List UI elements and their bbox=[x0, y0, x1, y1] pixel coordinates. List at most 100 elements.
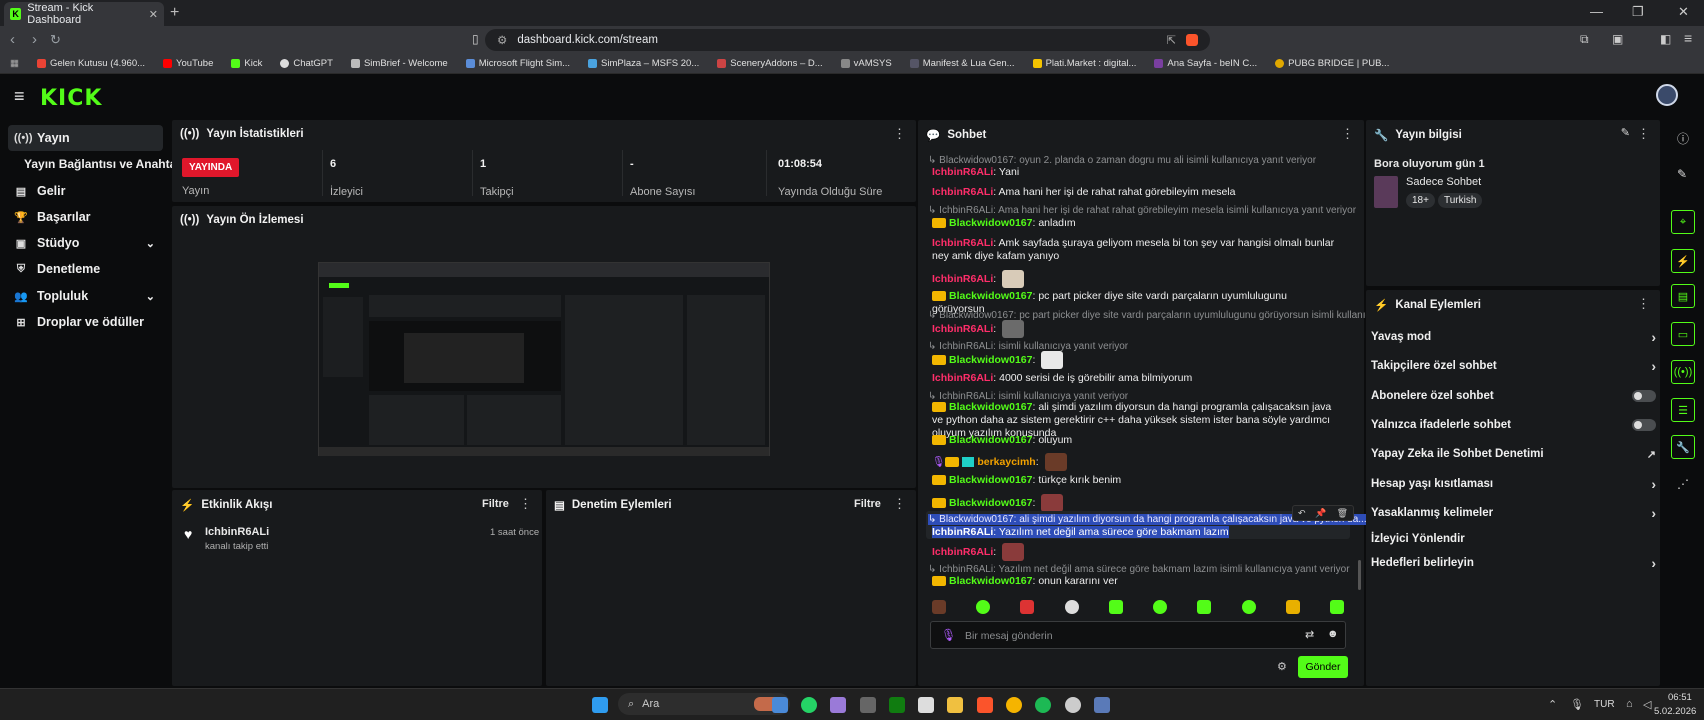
browser-menu-icon[interactable]: ≡ bbox=[1684, 30, 1692, 46]
emote-button[interactable] bbox=[1197, 600, 1212, 614]
chat-message[interactable]: Blackwidow0167: onun kararını ver bbox=[932, 575, 1342, 588]
bookmark-item[interactable]: vAMSYS bbox=[840, 58, 892, 69]
pin-icon[interactable]: 📌 bbox=[1315, 508, 1326, 519]
emote-button[interactable] bbox=[1241, 600, 1256, 614]
taskbar-app-icon[interactable] bbox=[830, 697, 846, 713]
action-goals[interactable]: Hedefleri belirleyin › bbox=[1371, 555, 1656, 571]
chat-message[interactable]: IchbinR6ALi: 4000 serisi de iş görebilir… bbox=[932, 372, 1342, 385]
bookmark-item[interactable]: SceneryAddons – D... bbox=[717, 58, 823, 69]
brave-browser-icon[interactable] bbox=[977, 697, 993, 713]
sidebar-toggle-icon[interactable]: ◧ bbox=[1660, 32, 1671, 46]
bookmark-item[interactable]: Manifest & Lua Gen... bbox=[909, 58, 1015, 69]
chat-message[interactable]: IchbinR6ALi: Ama hani her işi de rahat r… bbox=[932, 186, 1342, 199]
rail-layout-button[interactable]: ☰ bbox=[1671, 398, 1695, 422]
tray-chevron-icon[interactable]: ⌃ bbox=[1548, 698, 1557, 711]
whatsapp-icon[interactable] bbox=[801, 697, 817, 713]
category-name[interactable]: Sadece Sohbet bbox=[1406, 176, 1481, 188]
action-banned-words[interactable]: Yasaklanmış kelimeler › bbox=[1371, 505, 1656, 521]
action-emotes-only[interactable]: Yalnızca ifadelerle sohbet bbox=[1371, 419, 1656, 431]
more-options-icon[interactable]: ⋮ bbox=[1341, 126, 1354, 142]
chat-message[interactable]: Blackwidow0167: bbox=[932, 494, 1342, 512]
new-tab-button[interactable]: + bbox=[170, 4, 179, 22]
taskbar-app-icon[interactable] bbox=[918, 697, 934, 713]
filter-button[interactable]: Filtre bbox=[854, 498, 881, 510]
forward-icon[interactable]: › bbox=[32, 31, 37, 48]
reply-icon[interactable]: ↶ bbox=[1298, 508, 1306, 519]
sidebar-item-topluluk[interactable]: 👥 Topluluk ⌄ bbox=[8, 283, 163, 309]
spotify-icon[interactable] bbox=[1035, 697, 1051, 713]
emote-button[interactable] bbox=[1064, 600, 1079, 614]
settings-icon[interactable] bbox=[1094, 697, 1110, 713]
windows-start-icon[interactable] bbox=[592, 697, 608, 713]
bookmark-item[interactable]: SimPlaza – MSFS 20... bbox=[588, 58, 699, 69]
sidebar-item-gelir[interactable]: ▤ Gelir bbox=[8, 178, 163, 204]
more-options-icon[interactable]: ⋮ bbox=[893, 126, 906, 142]
rail-wrench-button[interactable]: 🔧 bbox=[1671, 435, 1695, 459]
rail-focus-button[interactable]: ⌖ bbox=[1671, 210, 1695, 234]
extensions-icon[interactable]: ⧉ bbox=[1580, 32, 1589, 47]
chat-message[interactable]: IchbinR6ALi: bbox=[932, 320, 1342, 338]
bookmark-item[interactable]: PUBG BRIDGE | PUB... bbox=[1275, 58, 1389, 69]
chat-message[interactable]: IchbinR6ALi: Yani bbox=[932, 166, 1342, 179]
more-options-icon[interactable]: ⋮ bbox=[519, 496, 532, 512]
more-options-icon[interactable]: ⋮ bbox=[1637, 296, 1650, 312]
edit-icon[interactable]: ✎ bbox=[1621, 126, 1630, 139]
taskbar-app-icon[interactable] bbox=[772, 697, 788, 713]
chat-message[interactable]: Blackwidow0167: türkçe kırık benim bbox=[932, 474, 1342, 487]
chat-message[interactable]: Blackwidow0167: bbox=[932, 351, 1342, 369]
rail-broadcast-button[interactable]: ((•)) bbox=[1671, 360, 1695, 384]
chat-message[interactable]: Blackwidow0167: anladım bbox=[932, 217, 1342, 230]
emoji-icon[interactable]: ☻ bbox=[1327, 628, 1339, 640]
taskbar-app-icon[interactable] bbox=[1006, 697, 1022, 713]
pencil-icon[interactable]: ✎ bbox=[1677, 167, 1687, 181]
site-settings-icon[interactable]: ⚙ bbox=[497, 33, 507, 47]
bookmark-item[interactable]: Plati.Market : digital... bbox=[1032, 58, 1136, 69]
chat-message[interactable]: IchbinR6ALi: bbox=[932, 270, 1342, 288]
clock-time[interactable]: 06:51 bbox=[1668, 692, 1692, 703]
minimize-button[interactable]: — bbox=[1590, 4, 1603, 19]
taskbar-app-icon[interactable] bbox=[1065, 697, 1081, 713]
bookmark-item[interactable]: Gelen Kutusu (4.960... bbox=[36, 58, 145, 69]
wallet-icon[interactable]: ▣ bbox=[1612, 32, 1623, 46]
sidebar-item-basarilar[interactable]: 🏆 Başarılar bbox=[8, 204, 163, 230]
chat-scrollbar[interactable] bbox=[1358, 560, 1361, 590]
bookmark-item[interactable]: Ana Sayfa - beIN C... bbox=[1154, 58, 1257, 69]
subscribers-only-toggle[interactable] bbox=[1632, 390, 1656, 402]
chat-settings-icon[interactable]: ⚙ bbox=[1277, 660, 1287, 673]
emote-button[interactable] bbox=[976, 600, 991, 614]
microphone-icon[interactable]: 🎙 bbox=[1570, 698, 1584, 711]
maximize-button[interactable]: ❐ bbox=[1632, 4, 1644, 20]
taskbar-search[interactable]: ⌕ Ara bbox=[618, 693, 790, 715]
share-nodes-icon[interactable]: ⋰ bbox=[1677, 477, 1689, 491]
clock-date[interactable]: 5.02.2026 bbox=[1654, 706, 1696, 717]
user-avatar[interactable] bbox=[1656, 84, 1678, 106]
filter-button[interactable]: Filtre bbox=[482, 498, 509, 510]
send-button[interactable]: Gönder bbox=[1298, 656, 1348, 678]
emote-button[interactable] bbox=[1153, 600, 1168, 614]
action-slow-mode[interactable]: Yavaş mod › bbox=[1371, 329, 1656, 345]
emote-button[interactable] bbox=[1285, 600, 1300, 614]
volume-icon[interactable]: ◁ bbox=[1643, 698, 1651, 711]
close-tab-icon[interactable]: ✕ bbox=[149, 8, 158, 21]
emote-button[interactable] bbox=[1020, 600, 1035, 614]
emote-button[interactable] bbox=[1329, 600, 1344, 614]
url-field[interactable]: ⚙ dashboard.kick.com/stream ⇱ bbox=[485, 29, 1210, 51]
bookmark-icon[interactable]: ▯ bbox=[472, 32, 479, 46]
info-icon[interactable]: ⓘ bbox=[1677, 130, 1689, 147]
share-icon[interactable]: ⇱ bbox=[1166, 33, 1176, 47]
action-followers-only[interactable]: Takipçilere özel sohbet › bbox=[1371, 358, 1656, 374]
action-ai-moderation[interactable]: Yapay Zeka ile Sohbet Denetimi ↗ bbox=[1371, 448, 1656, 461]
more-options-icon[interactable]: ⋮ bbox=[893, 496, 906, 512]
taskbar-app-icon[interactable] bbox=[860, 697, 876, 713]
chat-message[interactable]: Blackwidow0167: oluyum bbox=[932, 434, 1342, 447]
sidebar-item-stream-key[interactable]: Yayın Bağlantısı ve Anahtarı bbox=[18, 151, 184, 177]
rail-bolt-button[interactable]: ⚡ bbox=[1671, 249, 1695, 273]
emotes-only-toggle[interactable] bbox=[1632, 419, 1656, 431]
rail-notes-button[interactable]: ▤ bbox=[1671, 284, 1695, 308]
sidebar-item-yayin[interactable]: ((•)) Yayın bbox=[8, 125, 163, 151]
brave-shield-icon[interactable] bbox=[1186, 34, 1198, 46]
more-options-icon[interactable]: ⋮ bbox=[1637, 126, 1650, 142]
reload-icon[interactable]: ↻ bbox=[50, 32, 61, 48]
chat-message[interactable]: 🎙 berkaycimh: bbox=[932, 453, 1342, 471]
chat-message[interactable]: IchbinR6ALi: Yazılım net değil ama sürec… bbox=[932, 526, 1342, 539]
